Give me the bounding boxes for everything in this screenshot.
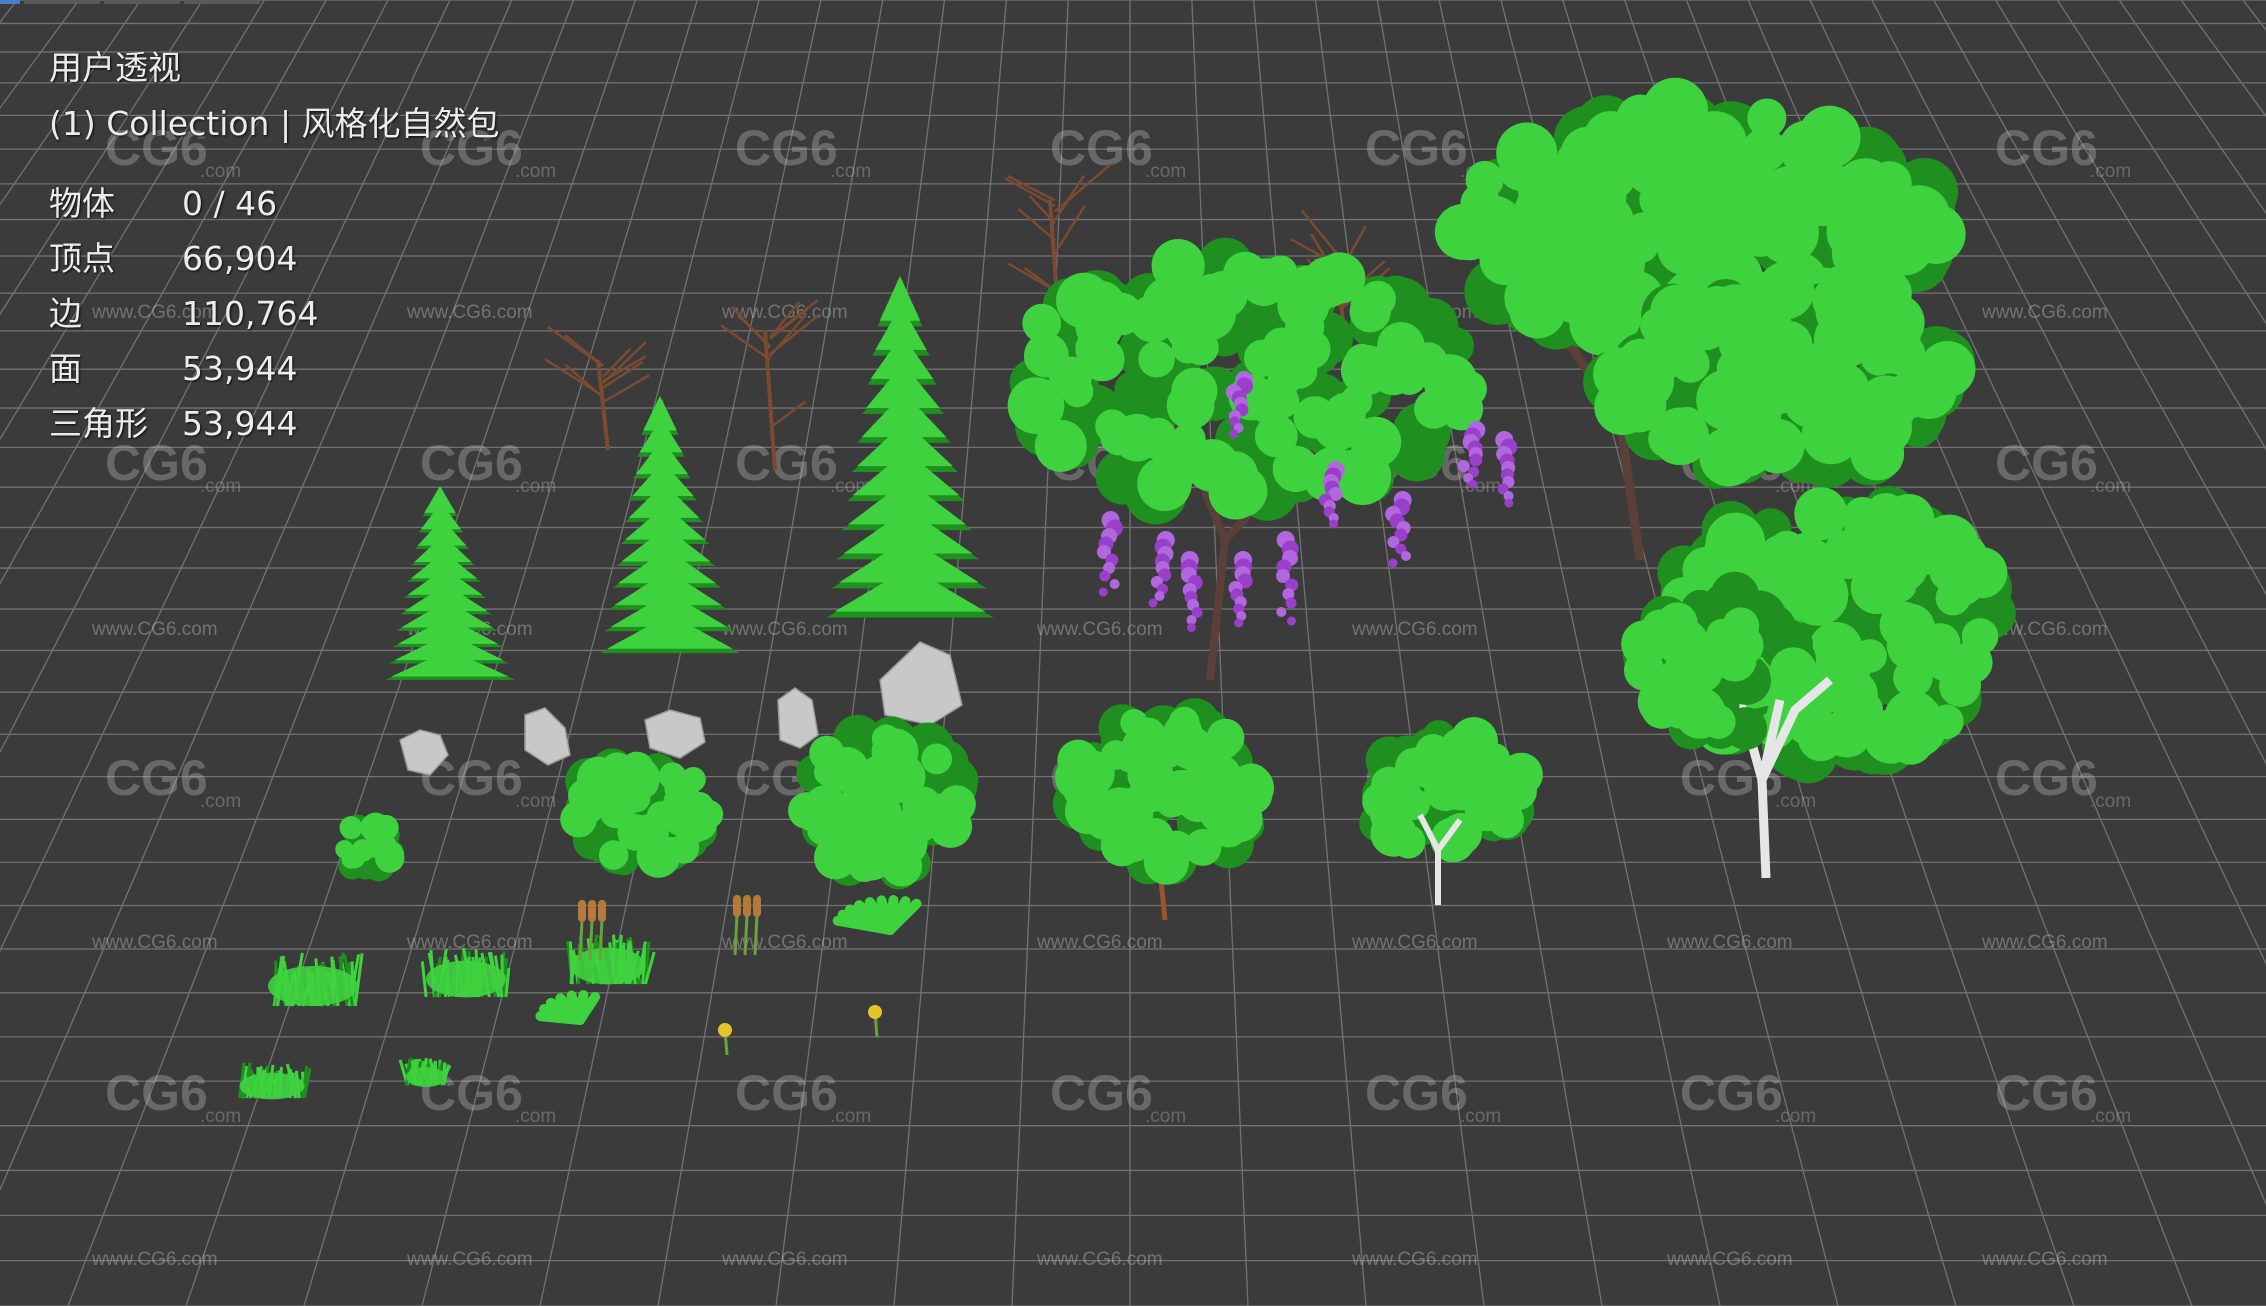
stat-value: 0 / 46: [182, 184, 278, 223]
stat-label: 边: [49, 294, 82, 333]
stat-vertices: 顶点 66,904: [49, 231, 500, 286]
stat-label: 面: [49, 349, 82, 388]
watermark-url: www.CG6.com: [91, 932, 218, 953]
watermark-url: www.CG6.com: [1351, 1249, 1478, 1270]
watermark-url: www.CG6.com: [91, 1249, 218, 1270]
stat-faces: 面 53,944: [49, 341, 500, 396]
stat-value: 66,904: [182, 239, 298, 278]
collection-info: (1) Collection | 风格化自然包: [49, 104, 500, 143]
watermark-logo-suffix: .com: [515, 791, 556, 812]
watermark-logo-suffix: .com: [1145, 161, 1186, 182]
watermark-url: www.CG6.com: [1666, 1249, 1793, 1270]
view-name: 用户透视: [49, 48, 181, 87]
watermark-logo-suffix: .com: [200, 1106, 241, 1127]
watermark-logo-suffix: .com: [200, 476, 241, 497]
watermark-logo-text: CG6: [1995, 435, 2098, 491]
watermark-logo-text: CG6: [1995, 120, 2098, 176]
watermark-logo-suffix: .com: [2090, 791, 2131, 812]
watermark-logo-text: CG6: [1995, 750, 2098, 806]
watermark-url: www.CG6.com: [406, 932, 533, 953]
header-tab-strip: [0, 0, 260, 4]
watermark-logo-text: CG6: [1365, 1065, 1468, 1121]
watermark-url: www.CG6.com: [1036, 1249, 1163, 1270]
watermark-logo-text: CG6: [735, 435, 838, 491]
watermark-logo-suffix: .com: [2090, 1106, 2131, 1127]
watermark-url: www.CG6.com: [1036, 932, 1163, 953]
watermark-logo-text: CG6: [105, 1065, 208, 1121]
watermark-logo-suffix: .com: [830, 161, 871, 182]
watermark-logo-suffix: .com: [2090, 161, 2131, 182]
watermark-logo-suffix: .com: [515, 161, 556, 182]
watermark-logo-text: CG6: [735, 1065, 838, 1121]
bush: [335, 812, 405, 882]
watermark-url: www.CG6.com: [91, 619, 218, 640]
watermark-url: www.CG6.com: [406, 1249, 533, 1270]
stat-triangles: 三角形 53,944: [49, 396, 500, 451]
watermark-logo-text: CG6: [1680, 1065, 1783, 1121]
watermark-url: www.CG6.com: [1351, 619, 1478, 640]
watermark-logo-text: CG6: [105, 750, 208, 806]
watermark-url: www.CG6.com: [1981, 1249, 2108, 1270]
watermark-logo-text: CG6: [1050, 1065, 1153, 1121]
watermark-url: www.CG6.com: [1351, 932, 1478, 953]
3d-viewport[interactable]: CG6.comCG6.comCG6.comCG6.comCG6.comCG6.c…: [0, 0, 2266, 1306]
watermark-url: www.CG6.com: [721, 932, 848, 953]
stat-objects: 物体 0 / 46: [49, 176, 500, 231]
stat-value: 53,944: [182, 404, 298, 443]
watermark-url: www.CG6.com: [1036, 619, 1163, 640]
viewport-overlay-text: 用户透视 (1) Collection | 风格化自然包 物体 0 / 46 顶点…: [49, 40, 500, 451]
watermark-url: www.CG6.com: [721, 1249, 848, 1270]
watermark-logo-text: CG6: [1995, 1065, 2098, 1121]
watermark-url: www.CG6.com: [1666, 932, 1793, 953]
watermark-url: www.CG6.com: [721, 619, 848, 640]
watermark-logo-suffix: .com: [1460, 1106, 1501, 1127]
watermark-url: www.CG6.com: [1981, 932, 2108, 953]
stat-label: 三角形: [49, 404, 148, 443]
watermark-logo-text: CG6: [735, 120, 838, 176]
watermark-logo-text: CG6: [1050, 120, 1153, 176]
watermark-logo-suffix: .com: [1775, 791, 1816, 812]
stat-value: 110,764: [182, 294, 319, 333]
watermark-logo-suffix: .com: [200, 791, 241, 812]
watermark-logo-text: CG6: [1365, 120, 1468, 176]
stat-value: 53,944: [182, 349, 298, 388]
stat-edges: 边 110,764: [49, 286, 500, 341]
stat-label: 顶点: [49, 239, 115, 278]
watermark-url: www.CG6.com: [1981, 302, 2108, 323]
watermark-logo-suffix: .com: [1775, 1106, 1816, 1127]
stat-label: 物体: [49, 184, 115, 223]
watermark-logo-suffix: .com: [830, 1106, 871, 1127]
statistics-overlay: 物体 0 / 46 顶点 66,904 边 110,764 面 53,944 三角形 53…: [49, 176, 500, 451]
watermark-logo-suffix: .com: [2090, 476, 2131, 497]
watermark-logo-suffix: .com: [515, 476, 556, 497]
watermark-logo-suffix: .com: [515, 1106, 556, 1127]
fern: [535, 990, 601, 1025]
watermark-logo-suffix: .com: [1145, 1106, 1186, 1127]
